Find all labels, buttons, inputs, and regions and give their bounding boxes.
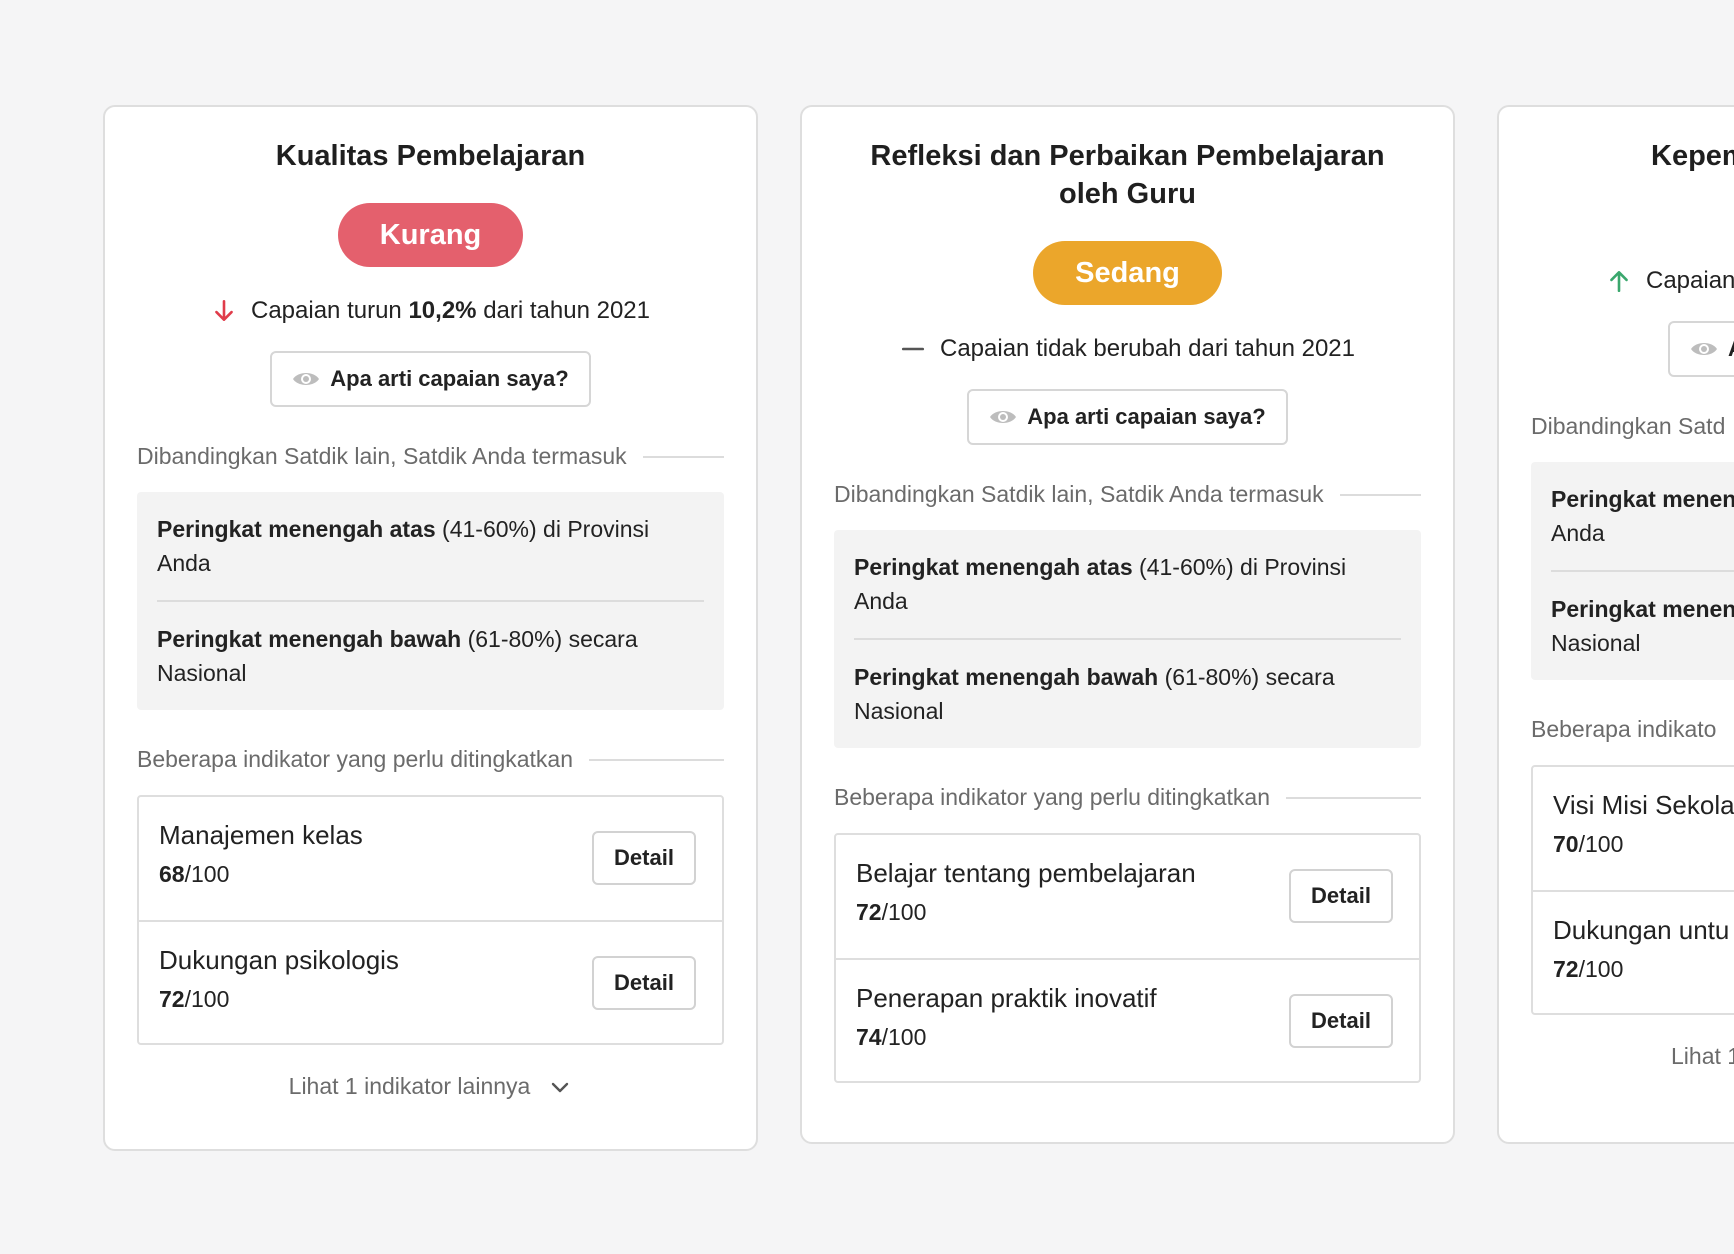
- indicator-heading: Beberapa indikator yang perlu ditingkatk…: [834, 784, 1421, 811]
- divider: [642, 455, 724, 458]
- indicator-score: 72/100: [1553, 956, 1624, 982]
- divider: [589, 758, 724, 761]
- trend-suffix: dari tahun 2021: [483, 297, 650, 324]
- divider: [1339, 493, 1421, 496]
- indicator-list: Visi Misi Sekola 70/100 Dukungan untu 72…: [1531, 765, 1734, 1015]
- compare-heading: Dibandingkan Satd: [1531, 413, 1726, 439]
- rank-box: Peringkat menengah atas (41-60%) di Prov…: [834, 530, 1421, 748]
- trend-text: Capaian: [1646, 267, 1734, 294]
- card-refleksi-perbaikan: Refleksi dan Perbaikan Pembelajaran oleh…: [800, 105, 1455, 1144]
- show-more-link[interactable]: Lihat 1 indikator lainnya: [137, 1073, 724, 1100]
- indicator-row: Dukungan untu 72/100: [1533, 890, 1734, 1013]
- card-title: Kepemi: [1651, 140, 1734, 172]
- rank-item-nasional: Peringkat menengah bawah (61-80%) secara…: [854, 638, 1401, 748]
- trend-value: 10,2%: [408, 297, 477, 324]
- meaning-button-label: A: [1728, 336, 1734, 362]
- card-title: Refleksi dan Perbaikan Pembelajaran oleh…: [870, 140, 1385, 210]
- arrow-up-icon: [1610, 271, 1628, 293]
- eye-icon: [990, 411, 1017, 423]
- meaning-button-label: Apa arti capaian saya?: [330, 366, 569, 391]
- status-badge: Kurang: [337, 203, 524, 267]
- dash-icon: [901, 347, 925, 351]
- indicator-row: Dukungan psikologis 72/100 Detail: [139, 920, 722, 1043]
- meaning-button[interactable]: A: [1668, 321, 1734, 377]
- detail-button[interactable]: Detail: [592, 956, 696, 1010]
- indicator-row: Penerapan praktik inovatif 74/100 Detail: [836, 958, 1419, 1081]
- chevron-down-icon: [552, 1082, 569, 1092]
- show-more-link[interactable]: Lihat 1: [1531, 1043, 1734, 1070]
- detail-button[interactable]: Detail: [592, 831, 696, 885]
- detail-button[interactable]: Detail: [1289, 994, 1393, 1048]
- rank-item-provinsi: Peringkat menen Anda: [1551, 486, 1734, 546]
- eye-icon: [1691, 343, 1717, 355]
- indicator-name: Dukungan untu: [1553, 915, 1730, 945]
- compare-heading: Dibandingkan Satdik lain, Satdik Anda te…: [834, 481, 1421, 508]
- canvas: Kualitas Pembelajaran Kurang Capaian tur…: [0, 0, 1734, 1254]
- indicator-heading: Beberapa indikator yang perlu ditingkatk…: [137, 746, 724, 773]
- arrow-down-icon: [215, 299, 233, 321]
- rank-box: Peringkat menengah atas (41-60%) di Prov…: [137, 492, 724, 710]
- indicator-score: 70/100: [1553, 831, 1624, 857]
- meaning-button[interactable]: Apa arti capaian saya?: [270, 351, 591, 407]
- compare-heading: Dibandingkan Satdik lain, Satdik Anda te…: [137, 443, 724, 470]
- trend-row: Capaian turun 10,2% dari tahun 2021: [137, 297, 724, 325]
- indicator-row: Visi Misi Sekola 70/100: [1533, 767, 1734, 890]
- card-kepemimpinan: Kepemi Capaian A Dibandingkan Satd Pe: [1497, 105, 1734, 1144]
- trend-text: Capaian tidak berubah dari tahun 2021: [940, 335, 1355, 362]
- rank-item-provinsi: Peringkat menengah atas (41-60%) di Prov…: [157, 516, 650, 576]
- card-kualitas-pembelajaran: Kualitas Pembelajaran Kurang Capaian tur…: [103, 105, 758, 1151]
- indicator-row: Belajar tentang pembelajaran 72/100 Deta…: [836, 835, 1419, 958]
- rank-item-provinsi: Peringkat menengah atas (41-60%) di Prov…: [854, 554, 1347, 614]
- meaning-button-label: Apa arti capaian saya?: [1027, 404, 1266, 429]
- trend-prefix: Capaian turun: [251, 297, 402, 324]
- indicator-heading: Beberapa indikato: [1531, 716, 1717, 742]
- detail-button[interactable]: Detail: [1289, 869, 1393, 923]
- eye-icon: [293, 373, 320, 385]
- rank-box: Peringkat menen Anda Peringkat menen Nas…: [1531, 462, 1734, 680]
- indicator-name: Visi Misi Sekola: [1553, 790, 1734, 820]
- indicator-list: Manajemen kelas 68/100 Detail Dukungan p…: [137, 795, 724, 1045]
- indicator-row: Manajemen kelas 68/100 Detail: [139, 797, 722, 920]
- meaning-button[interactable]: Apa arti capaian saya?: [967, 389, 1288, 445]
- rank-item-nasional: Peringkat menengah bawah (61-80%) secara…: [157, 600, 704, 710]
- status-badge: Sedang: [1033, 241, 1222, 305]
- indicator-list: Belajar tentang pembelajaran 72/100 Deta…: [834, 833, 1421, 1083]
- trend-row: Capaian: [1531, 267, 1734, 295]
- card-title: Kualitas Pembelajaran: [275, 140, 586, 172]
- divider: [1286, 796, 1421, 799]
- rank-item-nasional: Peringkat menen Nasional: [1551, 570, 1734, 680]
- trend-row: Capaian tidak berubah dari tahun 2021: [834, 335, 1421, 363]
